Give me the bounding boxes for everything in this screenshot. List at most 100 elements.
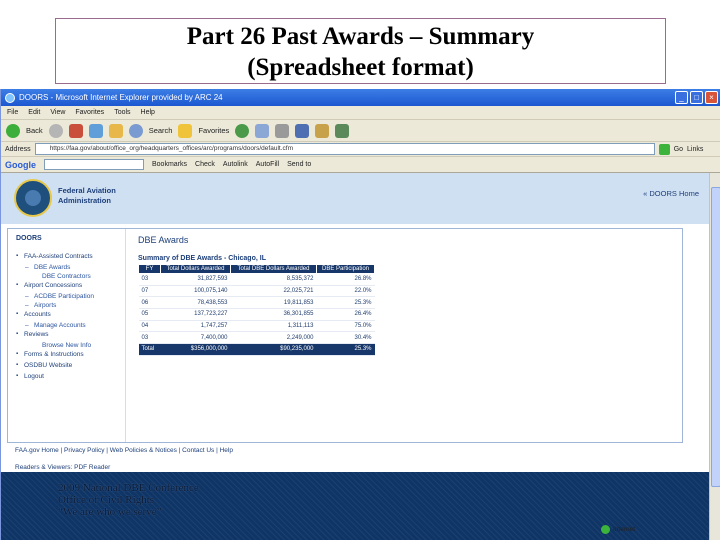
home-icon[interactable] — [108, 123, 123, 138]
cell-dbe-participation: 26.4% — [316, 308, 375, 321]
go-icon[interactable] — [658, 143, 670, 155]
cell-total-dollars: 1,747,257 — [160, 320, 231, 333]
sidebar-item-dbe-awards[interactable]: DBE Awards — [16, 263, 125, 272]
messenger-icon[interactable] — [335, 123, 350, 138]
menu-edit[interactable]: Edit — [28, 106, 40, 119]
google-check[interactable]: Check — [195, 161, 215, 168]
favorites-icon[interactable] — [178, 123, 193, 138]
cell-total-label: Total — [138, 343, 161, 356]
cell-total-dollars-sum: $356,000,000 — [160, 343, 231, 356]
sidebar-title: DOORS — [16, 235, 42, 242]
sidebar-item-airports[interactable]: Airports — [16, 301, 125, 310]
cell-total-dollars: 7,400,000 — [160, 331, 231, 345]
page-title: DBE Awards — [138, 235, 189, 245]
browser-toolbar: Back Search Favorites — [1, 120, 720, 142]
edit-icon[interactable] — [295, 123, 310, 138]
history-icon[interactable] — [235, 123, 250, 138]
sidebar-nav: DOORS FAA-Assisted Contracts DBE Awards … — [8, 229, 126, 442]
vertical-scrollbar[interactable] — [709, 173, 720, 540]
go-button-label[interactable]: Go — [674, 146, 683, 153]
cell-dbe-dollars: 22,025,721 — [230, 285, 317, 298]
cell-total-dollars: 78,438,553 — [160, 296, 231, 310]
cell-fy: 07 — [138, 285, 161, 298]
sidebar-item-reviews[interactable]: Reviews — [16, 330, 125, 339]
cell-total-dollars: 137,723,227 — [160, 308, 231, 321]
sidebar-item-manage-accounts[interactable]: Manage Accounts — [16, 321, 125, 330]
table-header-row: FY Total Dollars Awarded Total DBE Dolla… — [138, 264, 375, 274]
google-autofill[interactable]: AutoFill — [256, 161, 279, 168]
sidebar-item-logout[interactable]: Logout — [16, 372, 125, 381]
google-autolink[interactable]: Autolink — [223, 161, 248, 168]
dbe-summary-table: FY Total Dollars Awarded Total DBE Dolla… — [138, 264, 375, 356]
google-bookmarks[interactable]: Bookmarks — [152, 161, 187, 168]
sidebar-item-dbe-contractors[interactable]: DBE Contractors — [16, 272, 125, 281]
column-header-dbe-dollars[interactable]: Total DBE Dollars Awarded — [230, 264, 317, 274]
column-header-fy[interactable]: FY — [138, 264, 161, 274]
menu-view[interactable]: View — [50, 106, 65, 119]
table-row: 03 31,827,593 8,535,372 26.8% — [138, 273, 375, 286]
sidebar-item-osdbu-website[interactable]: OSDBU Website — [16, 361, 125, 370]
cell-dbe-dollars: 2,249,000 — [230, 331, 317, 345]
cell-total-dollars: 100,075,140 — [160, 285, 231, 298]
cell-fy: 06 — [138, 296, 161, 310]
search-icon[interactable] — [128, 123, 143, 138]
cell-dbe-participation: 22.0% — [316, 285, 375, 298]
address-input[interactable]: https://faa.gov/about/office_org/headqua… — [34, 143, 655, 155]
cell-dbe-participation-total: 25.3% — [316, 343, 375, 356]
main-content: DBE Awards Summary of DBE Awards - Chica… — [138, 235, 668, 356]
page-viewport: Federal Aviation Administration « DOORS … — [1, 173, 709, 540]
back-button-label[interactable]: Back — [26, 126, 43, 135]
sidebar-item-browse-new-info[interactable]: Browse New Info — [16, 341, 125, 350]
column-header-total-dollars[interactable]: Total Dollars Awarded — [160, 264, 231, 274]
google-send-to[interactable]: Send to — [287, 161, 311, 168]
close-button[interactable]: × — [705, 91, 718, 104]
cell-fy: 05 — [138, 308, 161, 321]
menu-help[interactable]: Help — [141, 106, 155, 119]
doors-home-link[interactable]: « DOORS Home — [643, 189, 699, 198]
conference-line2: Office of Civil Rights — [58, 494, 155, 506]
favorites-button-label[interactable]: Favorites — [198, 126, 229, 135]
table-total-row: Total $356,000,000 $90,235,000 25.3% — [138, 343, 375, 356]
sidebar-item-airport-concessions[interactable]: Airport Concessions — [16, 281, 125, 290]
menu-favorites[interactable]: Favorites — [75, 106, 104, 119]
menu-tools[interactable]: Tools — [114, 106, 130, 119]
maximize-button[interactable]: □ — [690, 91, 703, 104]
minimize-button[interactable]: _ — [675, 91, 688, 104]
readers-viewers-link[interactable]: Readers & Viewers: PDF Reader — [15, 464, 110, 471]
ie-icon — [5, 92, 15, 103]
status-zone-label: Internet — [613, 526, 636, 533]
sidebar-item-forms-instructions[interactable]: Forms & Instructions — [16, 350, 125, 359]
slide-title-line1: Part 26 Past Awards – Summary — [186, 23, 535, 50]
footer-links[interactable]: FAA.gov Home | Privacy Policy | Web Poli… — [15, 447, 233, 454]
agency-name-line2: Administration — [58, 196, 111, 205]
sidebar-item-accounts[interactable]: Accounts — [16, 310, 125, 319]
scrollbar-thumb[interactable] — [711, 187, 720, 487]
column-header-dbe-participation[interactable]: DBE Participation — [316, 264, 375, 274]
back-icon[interactable] — [6, 123, 20, 138]
address-label: Address — [5, 145, 31, 153]
conference-line1: 2009 National DBE Conference — [58, 482, 199, 494]
refresh-icon[interactable] — [88, 123, 103, 138]
menu-bar: File Edit View Favorites Tools Help — [1, 106, 720, 120]
table-row: 04 1,747,257 1,311,113 75.0% — [138, 320, 375, 333]
google-search-input[interactable] — [44, 159, 144, 170]
stop-icon[interactable] — [68, 123, 83, 138]
status-bar: Internet — [601, 525, 635, 534]
cell-dbe-dollars: 36,301,855 — [230, 308, 317, 321]
sidebar-item-acdbe-participation[interactable]: ACDBE Participation — [16, 292, 125, 301]
discuss-icon[interactable] — [315, 123, 330, 138]
cell-dbe-dollars: 19,811,853 — [230, 296, 317, 310]
window-title: DOORS - Microsoft Internet Explorer prov… — [19, 93, 223, 102]
print-icon[interactable] — [275, 123, 290, 138]
mail-icon[interactable] — [255, 123, 270, 138]
cell-fy: 03 — [138, 273, 161, 286]
table-row: 06 78,438,553 19,811,853 25.3% — [138, 296, 375, 310]
internet-zone-icon — [601, 525, 610, 534]
search-button-label[interactable]: Search — [149, 126, 173, 135]
sidebar-item-faa-assisted-contracts[interactable]: FAA-Assisted Contracts — [16, 252, 125, 261]
cell-dbe-dollars: 8,535,372 — [230, 273, 317, 286]
google-logo[interactable]: Google — [5, 160, 36, 170]
menu-file[interactable]: File — [7, 106, 18, 119]
forward-icon[interactable] — [48, 123, 63, 138]
links-label[interactable]: Links — [687, 146, 703, 153]
